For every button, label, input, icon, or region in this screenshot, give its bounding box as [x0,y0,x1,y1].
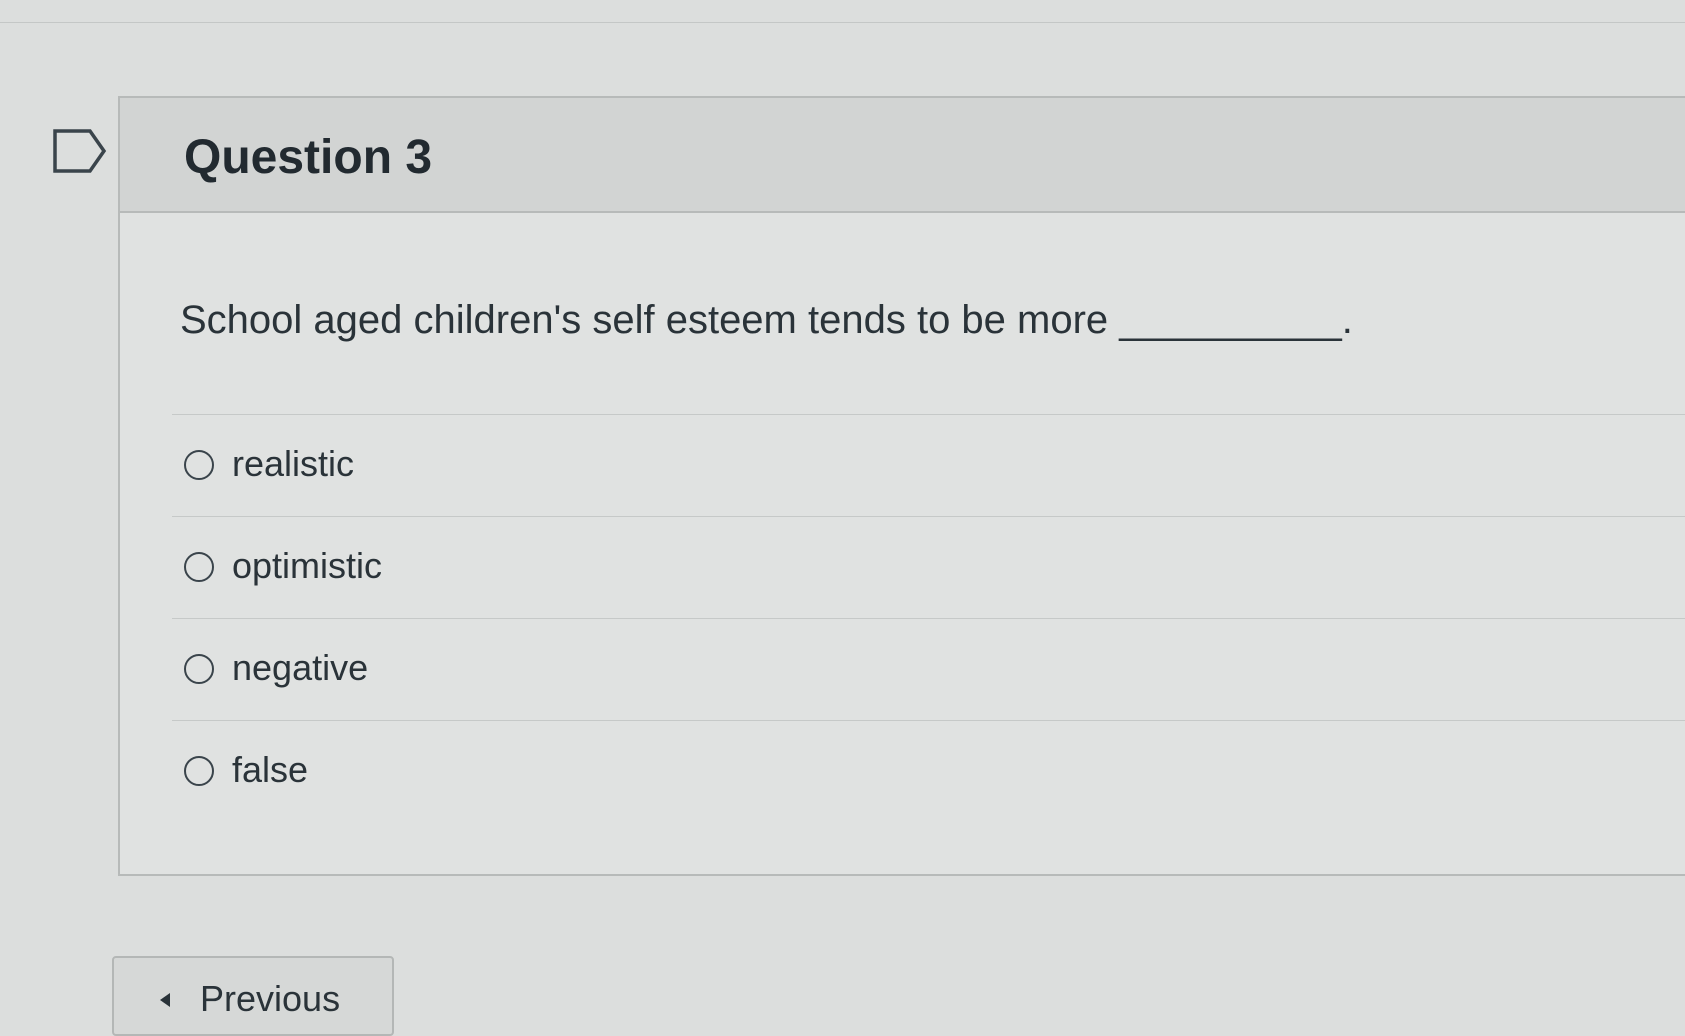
radio-button[interactable] [184,450,214,480]
answer-label: realistic [232,443,355,484]
radio-button[interactable] [184,654,214,684]
question-title: Question 3 [184,131,433,184]
question-text: School aged children's self esteem tends… [180,298,1353,342]
caret-left-icon [160,993,170,1007]
answer-label: false [232,749,309,790]
answer-option-false[interactable]: false [172,720,1685,822]
previous-label: Previous [200,978,341,1019]
answer-label: optimistic [232,545,383,586]
answer-list: realistic optimistic negative false [172,414,1685,822]
top-divider [0,22,1685,23]
answer-option-negative[interactable]: negative [172,618,1685,720]
answer-option-optimistic[interactable]: optimistic [172,516,1685,618]
answer-option-realistic[interactable]: realistic [172,414,1685,516]
question-card: Question 3 School aged children's self e… [118,96,1685,876]
question-header: Question 3 [120,98,1685,213]
bookmark-flag-icon[interactable] [52,128,108,174]
answer-label: negative [232,647,369,688]
radio-button[interactable] [184,756,214,786]
previous-button[interactable]: Previous [112,956,394,1036]
radio-button[interactable] [184,552,214,582]
